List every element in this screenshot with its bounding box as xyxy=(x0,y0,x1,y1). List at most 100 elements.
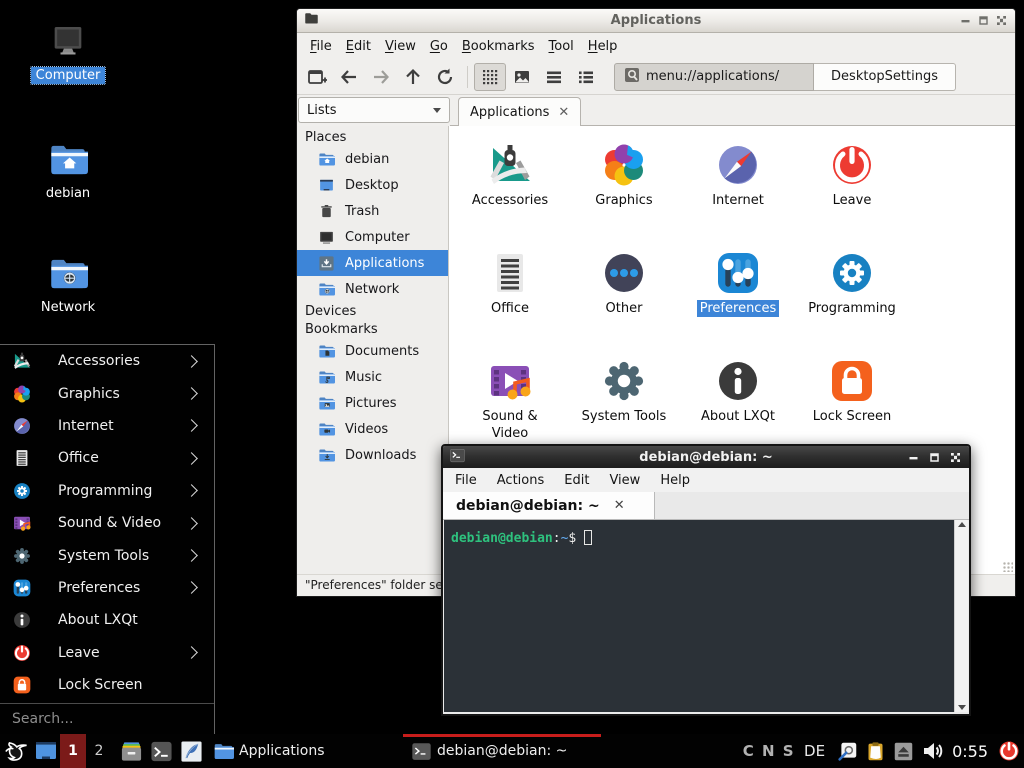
terminal-close-button[interactable] xyxy=(951,451,960,464)
keyboard-layout[interactable]: DE xyxy=(804,742,825,760)
folder-sound-video[interactable]: Sound & Video xyxy=(453,357,567,442)
sidebar-item-desktop[interactable]: Desktop xyxy=(297,172,448,198)
fm-minimize-button[interactable] xyxy=(961,14,970,27)
terminal-menu-actions[interactable]: Actions xyxy=(497,473,545,488)
folder-lock-screen[interactable]: Lock Screen xyxy=(795,357,909,425)
pager-desktop-2[interactable]: 2 xyxy=(86,734,112,768)
sidebar-item-trash[interactable]: Trash xyxy=(297,198,448,224)
sidebar-item-computer[interactable]: Computer xyxy=(297,224,448,250)
menu-item-office[interactable]: Office xyxy=(0,442,214,474)
fm-menu-edit[interactable]: Edit xyxy=(339,36,378,57)
quicklaunch-qterminal-icon[interactable] xyxy=(146,734,176,768)
terminal-menu-file[interactable]: File xyxy=(455,473,477,488)
menu-search-input[interactable]: Search... xyxy=(0,704,214,734)
fm-menu-help[interactable]: Help xyxy=(581,36,625,57)
pager-desktop-1[interactable]: 1 xyxy=(60,734,86,768)
folder-about-lxqt[interactable]: About LXQt xyxy=(681,357,795,425)
terminal-menu-view[interactable]: View xyxy=(609,473,640,488)
icon-view-button[interactable] xyxy=(474,63,506,91)
volume-tray-icon[interactable] xyxy=(921,739,945,763)
clipboard-tray-icon[interactable] xyxy=(865,741,886,762)
sidebar-item-label: Music xyxy=(345,370,382,385)
sidebar-item-network[interactable]: Network xyxy=(297,276,448,302)
menu-item-accessories[interactable]: Accessories xyxy=(0,345,214,377)
fm-menu-bookmarks[interactable]: Bookmarks xyxy=(455,36,542,57)
folder-internet[interactable]: Internet xyxy=(681,141,795,209)
terminal-menu-help[interactable]: Help xyxy=(660,473,690,488)
power-button[interactable] xyxy=(997,739,1021,763)
folder-other[interactable]: Other xyxy=(567,249,681,317)
menu-item-internet[interactable]: Internet xyxy=(0,410,214,442)
quicklaunch-pcmanfm-icon[interactable] xyxy=(116,734,146,768)
start-menu-button[interactable] xyxy=(0,734,32,768)
folder-preferences[interactable]: Preferences xyxy=(681,249,795,317)
fm-close-button[interactable] xyxy=(997,14,1006,27)
terminal-menu-edit[interactable]: Edit xyxy=(564,473,589,488)
back-button[interactable] xyxy=(333,63,365,91)
menu-item-sound-video[interactable]: Sound & Video xyxy=(0,507,214,539)
menu-item-leave[interactable]: Leave xyxy=(0,637,214,669)
fm-maximize-button[interactable] xyxy=(979,14,988,27)
fm-menu-go[interactable]: Go xyxy=(423,36,455,57)
folder-system-tools[interactable]: System Tools xyxy=(567,357,681,425)
quicklaunch-featherpad-icon[interactable] xyxy=(176,734,206,768)
sidebar-item-music[interactable]: Music xyxy=(297,364,448,390)
screenshot-tray-icon[interactable] xyxy=(837,741,858,762)
sidebar-item-label: Documents xyxy=(345,344,419,359)
tab-close-icon[interactable]: ✕ xyxy=(558,105,569,120)
fm-menu-file[interactable]: File xyxy=(303,36,339,57)
reload-button[interactable] xyxy=(429,63,461,91)
path-segment[interactable]: menu://applications/ xyxy=(614,63,814,91)
scroll-up-icon[interactable] xyxy=(958,522,966,527)
up-button[interactable] xyxy=(397,63,429,91)
menu-item-lock-screen[interactable]: Lock Screen xyxy=(0,669,214,701)
desktop-icon-debian[interactable]: debian xyxy=(20,140,116,202)
terminal-tab[interactable]: debian@debian: ~ ✕ xyxy=(443,492,655,519)
sidebar-item-documents[interactable]: Documents xyxy=(297,338,448,364)
clock[interactable]: 0:55 xyxy=(952,742,988,761)
sidepane-mode-combo[interactable]: Lists xyxy=(298,97,450,123)
sidebar-item-downloads[interactable]: Downloads xyxy=(297,442,448,468)
task-applications[interactable]: Applications xyxy=(205,734,403,768)
desktop-icon-network[interactable]: Network xyxy=(20,254,116,316)
folder-graphics[interactable]: Graphics xyxy=(567,141,681,209)
terminal-titlebar[interactable]: debian@debian: ~ xyxy=(443,446,969,468)
eject-tray-icon[interactable] xyxy=(893,741,914,762)
keyboard-indicator[interactable]: C N S xyxy=(743,742,795,760)
menu-item-graphics[interactable]: Graphics xyxy=(0,377,214,409)
terminal-scrollbar[interactable] xyxy=(954,520,968,712)
folder-leave[interactable]: Leave xyxy=(795,141,909,209)
menu-item-system-tools[interactable]: System Tools xyxy=(0,539,214,571)
sidebar-item-videos[interactable]: Videos xyxy=(297,416,448,442)
folder-label: Programming xyxy=(805,300,899,317)
sidebar-item-applications[interactable]: Applications xyxy=(297,250,448,276)
forward-button[interactable] xyxy=(365,63,397,91)
desktop-icon-computer[interactable]: Computer xyxy=(20,22,116,84)
task-debian-debian-[interactable]: debian@debian: ~ xyxy=(403,734,601,768)
menu-item-programming[interactable]: Programming xyxy=(0,475,214,507)
fm-menu-view[interactable]: View xyxy=(378,36,423,57)
terminal-maximize-button[interactable] xyxy=(930,451,939,464)
sidebar-item-pictures[interactable]: Pictures xyxy=(297,390,448,416)
fm-titlebar[interactable]: Applications xyxy=(297,9,1015,33)
menu-item-preferences[interactable]: Preferences xyxy=(0,572,214,604)
thumbnail-view-button[interactable] xyxy=(506,63,538,91)
sidebar-item-debian[interactable]: debian xyxy=(297,146,448,172)
sidebar-item-label: Downloads xyxy=(345,448,416,463)
menu-item-about-lxqt[interactable]: About LXQt xyxy=(0,604,214,636)
terminal-minimize-button[interactable] xyxy=(909,451,918,464)
resize-grip[interactable] xyxy=(1003,562,1013,572)
fm-tab-applications[interactable]: Applications ✕ xyxy=(458,97,581,126)
new-tab-button[interactable] xyxy=(301,63,333,91)
terminal-tab-close-icon[interactable]: ✕ xyxy=(614,498,625,513)
compact-view-button[interactable] xyxy=(538,63,570,91)
folder-programming[interactable]: Programming xyxy=(795,249,909,317)
fm-menu-tool[interactable]: Tool xyxy=(542,36,581,57)
show-desktop-button[interactable] xyxy=(32,734,60,768)
path-desktopsettings-button[interactable]: DesktopSettings xyxy=(814,63,956,91)
terminal-screen[interactable]: debian@debian:~$ xyxy=(444,520,954,712)
folder-office[interactable]: Office xyxy=(453,249,567,317)
folder-accessories[interactable]: Accessories xyxy=(453,141,567,209)
detailed-view-button[interactable] xyxy=(570,63,602,91)
scroll-down-icon[interactable] xyxy=(958,705,966,710)
